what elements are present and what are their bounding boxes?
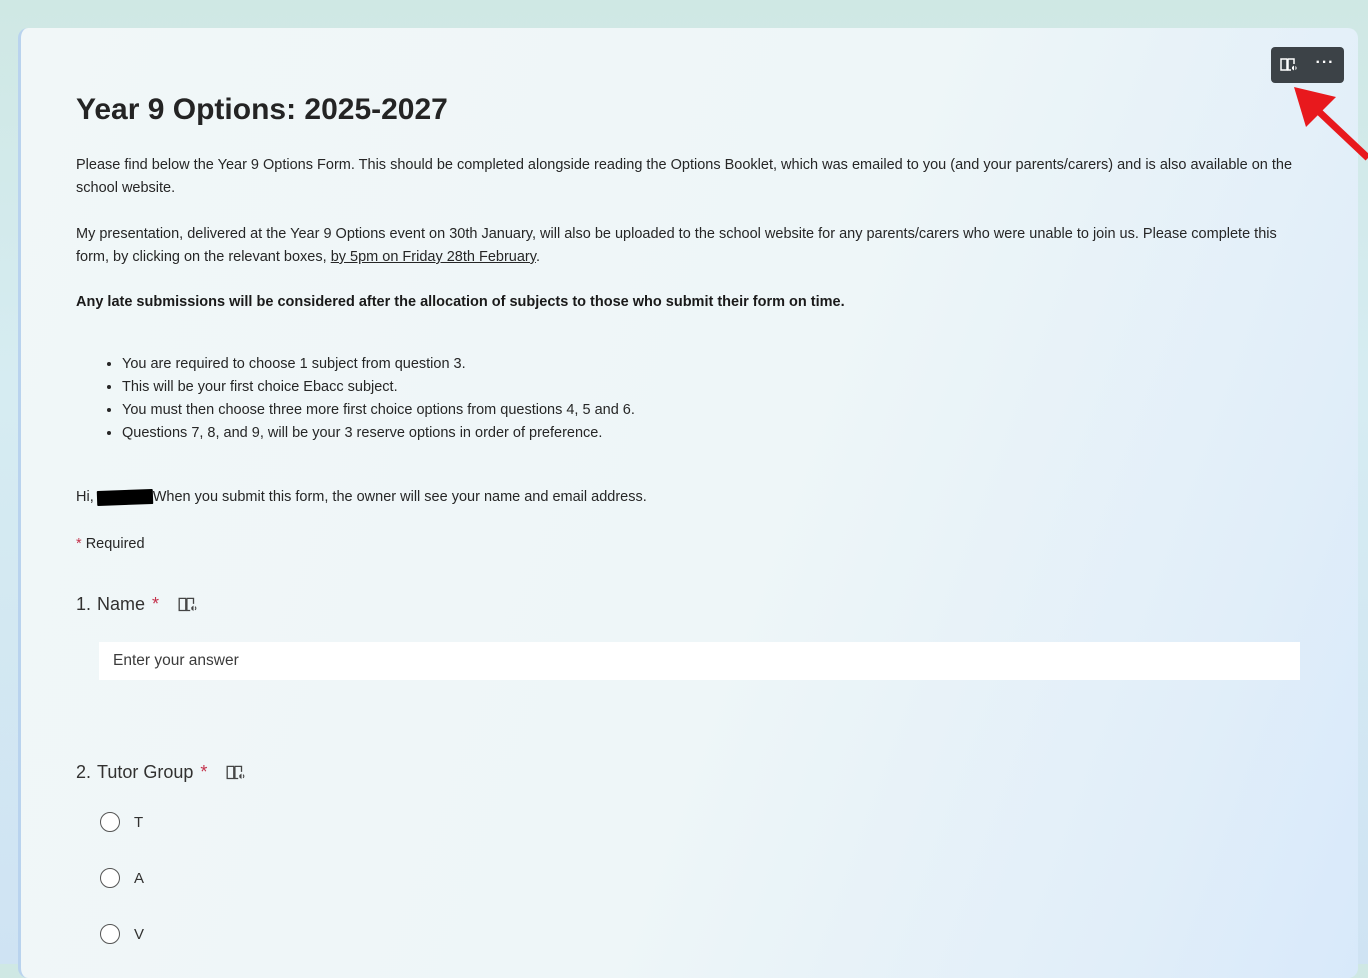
question-label: Name bbox=[97, 594, 146, 614]
redacted-name bbox=[96, 489, 153, 506]
intro-paragraph-2-text: My presentation, delivered at the Year 9… bbox=[76, 226, 1277, 265]
form-title: Year 9 Options: 2025-2027 bbox=[76, 93, 448, 126]
required-label: Required bbox=[85, 536, 145, 552]
question-label: Tutor Group bbox=[97, 762, 194, 782]
radio-button[interactable] bbox=[100, 868, 120, 888]
more-options-icon: ··· bbox=[1315, 54, 1335, 71]
tutor-group-option-a[interactable]: A bbox=[100, 868, 144, 888]
form-content: Year 9 Options: 2025-2027 Please find be… bbox=[76, 90, 1306, 944]
rules-list-item: Questions 7, 8, and 9, will be your 3 re… bbox=[122, 422, 635, 445]
immersive-reader-button[interactable] bbox=[1271, 47, 1307, 83]
deadline-suffix: . bbox=[535, 249, 540, 265]
rules-list: You are required to choose 1 subject fro… bbox=[76, 353, 635, 445]
question-tutor-group: 2. Tutor Group * bbox=[76, 762, 247, 783]
option-label: A bbox=[134, 869, 145, 887]
rules-list-item: This will be your first choice Ebacc sub… bbox=[122, 376, 635, 399]
rules-list-item: You are required to choose 1 subject fro… bbox=[122, 353, 635, 376]
intro-paragraph-2: My presentation, delivered at the Year 9… bbox=[76, 223, 1301, 269]
option-label: V bbox=[134, 925, 145, 943]
required-star: * bbox=[152, 594, 160, 614]
required-star: * bbox=[76, 536, 82, 552]
name-input[interactable] bbox=[99, 642, 1300, 680]
deadline-text: by 5pm on Friday 28th February bbox=[330, 249, 536, 265]
option-label: T bbox=[134, 813, 144, 831]
rules-list-item: You must then choose three more first ch… bbox=[122, 399, 635, 422]
greeting: Hi, When you submit this form, the owner… bbox=[76, 486, 647, 509]
intro-paragraph-1: Please find below the Year 9 Options For… bbox=[76, 157, 1293, 196]
tutor-group-option-t[interactable]: T bbox=[100, 812, 143, 832]
tutor-group-option-v[interactable]: V bbox=[100, 924, 144, 944]
form-toolbar: ··· bbox=[1271, 47, 1344, 83]
required-note: * Required bbox=[76, 533, 145, 556]
immersive-reader-icon[interactable] bbox=[177, 595, 199, 615]
radio-button[interactable] bbox=[100, 924, 120, 944]
greeting-prefix: Hi, bbox=[76, 489, 94, 505]
question-number: 2. bbox=[76, 762, 92, 782]
more-options-button[interactable]: ··· bbox=[1307, 47, 1343, 83]
greeting-suffix: When you submit this form, the owner wil… bbox=[152, 489, 647, 505]
late-submission-notice: Any late submissions will be considered … bbox=[76, 294, 845, 310]
question-name: 1. Name * bbox=[76, 594, 199, 615]
immersive-reader-icon bbox=[1280, 58, 1297, 71]
immersive-reader-icon[interactable] bbox=[225, 763, 247, 783]
required-star: * bbox=[200, 762, 208, 782]
radio-button[interactable] bbox=[100, 812, 120, 832]
question-number: 1. bbox=[76, 594, 92, 614]
